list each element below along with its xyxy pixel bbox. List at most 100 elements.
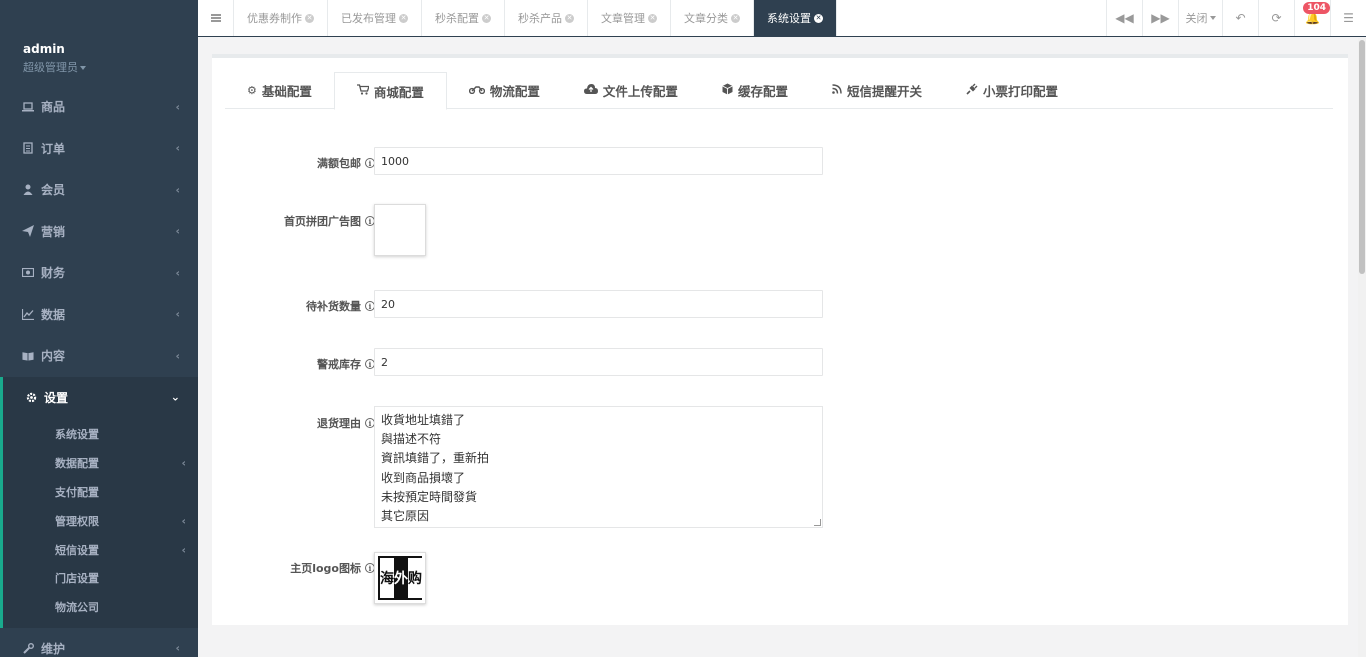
tab-sms-alert-switch[interactable]: 短信提醒开关 xyxy=(810,72,944,109)
submenu-item-sms-settings[interactable]: 短信设置 ‹ xyxy=(3,535,198,564)
plug-icon xyxy=(966,83,978,98)
sidebar-item-marketing[interactable]: 营销 ‹ xyxy=(0,211,198,253)
form-row-home-logo: 主页logo图标 i 海 外 购 xyxy=(212,552,1348,604)
close-icon[interactable]: ✕ xyxy=(399,13,408,23)
content-scrollbar[interactable] xyxy=(1358,38,1366,657)
sidebar-item-orders[interactable]: 订单 ‹ xyxy=(0,128,198,170)
settings-panel: ⚙ 基础配置 商城配置 物流配置 文件上传配置 缓存配置 短信提醒开关 小票打印配… xyxy=(212,54,1348,625)
return-reasons-textarea[interactable]: 收貨地址填錯了 與描述不符 資訊填錯了，重新拍 收到商品損壞了 未按預定時間發貨… xyxy=(374,406,823,528)
list-icon: ☰ xyxy=(1343,11,1354,25)
submenu-item-payment-config[interactable]: 支付配置 xyxy=(3,478,198,507)
tab-flash-sale-products[interactable]: 秒杀产品 ✕ xyxy=(505,0,588,36)
home-logo-upload[interactable]: 海 外 购 xyxy=(374,552,426,604)
sidebar-item-label: 财务 xyxy=(41,266,66,281)
close-icon[interactable]: ✕ xyxy=(482,13,491,23)
cloud-upload-icon xyxy=(583,84,598,97)
chevron-left-icon: ‹ xyxy=(175,307,180,321)
tab-flash-sale-config[interactable]: 秒杀配置 ✕ xyxy=(422,0,505,36)
tab-basic-config[interactable]: ⚙ 基础配置 xyxy=(225,72,334,109)
restock-count-input[interactable]: 20 xyxy=(374,290,823,318)
tab-article-management[interactable]: 文章管理 ✕ xyxy=(588,0,671,36)
close-icon[interactable]: ✕ xyxy=(731,13,740,23)
notification-badge: 104 xyxy=(1303,2,1330,14)
scroll-tabs-right-button[interactable]: ▶▶ xyxy=(1142,0,1178,36)
submenu-item-admin-permissions[interactable]: 管理权限 ‹ xyxy=(3,506,198,535)
resize-handle-icon[interactable] xyxy=(814,519,821,526)
notifications-button[interactable]: 🔔 104 xyxy=(1294,0,1330,36)
sidebar-item-maintenance[interactable]: 维护 ‹ xyxy=(0,628,198,657)
submenu-item-system-settings[interactable]: 系统设置 xyxy=(3,420,198,449)
content-frame: ⚙ 基础配置 商城配置 物流配置 文件上传配置 缓存配置 短信提醒开关 小票打印配… xyxy=(198,38,1366,657)
settings-submenu: 系统设置 数据配置 ‹ 支付配置 管理权限 ‹ 短信设置 ‹ 门店设置 物流公司 xyxy=(0,418,198,628)
submenu-item-logistics-company[interactable]: 物流公司 xyxy=(3,593,198,622)
group-ad-image-label: 首页拼团广告图 i xyxy=(284,213,375,229)
restock-count-label: 待补货数量 i xyxy=(306,298,375,314)
sidebar-item-label: 营销 xyxy=(41,224,66,239)
tab-bar: 优惠券制作 ✕ 已发布管理 ✕ 秒杀配置 ✕ 秒杀产品 ✕ 文章管理 ✕ 文章分类 ✕ 系统… xyxy=(198,0,1366,37)
sidebar-item-content[interactable]: 内容 ‹ xyxy=(0,335,198,377)
chevron-left-icon: ‹ xyxy=(175,266,180,280)
chevron-left-icon: ‹ xyxy=(175,224,180,238)
home-logo-label: 主页logo图标 i xyxy=(290,560,375,576)
undo-icon: ↶ xyxy=(1235,11,1246,25)
chevron-left-icon: ‹ xyxy=(175,100,180,114)
sidebar-item-members[interactable]: 会员 ‹ xyxy=(0,169,198,211)
close-icon[interactable]: ✕ xyxy=(305,13,314,23)
close-icon[interactable]: ✕ xyxy=(565,13,574,23)
chevron-left-icon: ‹ xyxy=(181,543,186,557)
sidebar-item-label: 订单 xyxy=(41,141,66,156)
chevron-down-icon: ⌄ xyxy=(170,390,180,404)
order-icon xyxy=(22,142,34,154)
free-shipping-input[interactable]: 1000 xyxy=(374,147,823,175)
tab-article-categories[interactable]: 文章分类 ✕ xyxy=(671,0,754,36)
menu-toggle-button[interactable] xyxy=(198,0,234,36)
stock-warning-label: 警戒库存 i xyxy=(317,356,375,372)
cart-icon xyxy=(356,84,370,98)
motorcycle-icon xyxy=(468,84,486,97)
chevron-left-icon: ‹ xyxy=(175,349,180,363)
wrench-icon xyxy=(22,642,34,654)
back-button[interactable]: ↶ xyxy=(1222,0,1258,36)
money-icon xyxy=(22,267,34,279)
tab-receipt-print-config[interactable]: 小票打印配置 xyxy=(944,72,1080,109)
form-row-return-reasons: 退货理由 i 收貨地址填錯了 與描述不符 資訊填錯了，重新拍 收到商品損壞了 未按… xyxy=(212,406,1348,528)
book-icon xyxy=(22,350,34,362)
cube-icon xyxy=(722,83,733,98)
tab-published-management[interactable]: 已发布管理 ✕ xyxy=(328,0,422,36)
refresh-icon: ⟳ xyxy=(1271,11,1282,25)
user-name: admin xyxy=(23,42,65,56)
sidebar-item-settings[interactable]: 设置 ⌄ xyxy=(0,376,198,418)
tab-file-upload-config[interactable]: 文件上传配置 xyxy=(562,72,700,109)
chevron-left-icon: ‹ xyxy=(175,641,180,655)
laptop-icon xyxy=(22,101,34,113)
sidebar-item-finance[interactable]: 财务 ‹ xyxy=(0,252,198,294)
gear-icon xyxy=(25,391,37,403)
sidebar-item-label: 设置 xyxy=(44,390,69,405)
tab-system-settings[interactable]: 系统设置 ✕ xyxy=(754,0,837,36)
tab-cache-config[interactable]: 缓存配置 xyxy=(700,72,810,109)
user-role-dropdown[interactable]: 超级管理员 xyxy=(23,59,198,75)
scrollbar-thumb[interactable] xyxy=(1359,40,1365,274)
form-row-free-shipping: 满额包邮 i 1000 xyxy=(212,147,1348,175)
forward-icon: ▶▶ xyxy=(1151,11,1170,25)
right-panel-toggle[interactable]: ☰ xyxy=(1330,0,1366,36)
close-icon[interactable]: ✕ xyxy=(648,13,657,23)
close-tabs-dropdown[interactable]: 关闭 xyxy=(1178,0,1222,36)
backward-icon: ◀◀ xyxy=(1115,11,1134,25)
close-icon[interactable]: ✕ xyxy=(814,13,823,23)
stock-warning-input[interactable]: 2 xyxy=(374,348,823,376)
tab-coupon-making[interactable]: 优惠券制作 ✕ xyxy=(234,0,328,36)
sidebar-item-goods[interactable]: 商品 ‹ xyxy=(0,86,198,128)
group-ad-image-upload[interactable] xyxy=(374,204,426,256)
refresh-button[interactable]: ⟳ xyxy=(1258,0,1294,36)
rss-icon xyxy=(832,84,842,97)
submenu-item-store-settings[interactable]: 门店设置 xyxy=(3,564,198,593)
sidebar: admin 超级管理员 商品 ‹ 订单 ‹ 会员 ‹ 营销 ‹ 财务 ‹ 数据 … xyxy=(0,0,198,657)
chevron-left-icon: ‹ xyxy=(175,141,180,155)
scroll-tabs-left-button[interactable]: ◀◀ xyxy=(1106,0,1142,36)
sidebar-item-data[interactable]: 数据 ‹ xyxy=(0,294,198,336)
submenu-item-data-config[interactable]: 数据配置 ‹ xyxy=(3,449,198,478)
tab-logistics-config[interactable]: 物流配置 xyxy=(447,72,562,109)
tab-mall-config[interactable]: 商城配置 xyxy=(333,72,447,110)
line-chart-icon xyxy=(22,308,34,320)
